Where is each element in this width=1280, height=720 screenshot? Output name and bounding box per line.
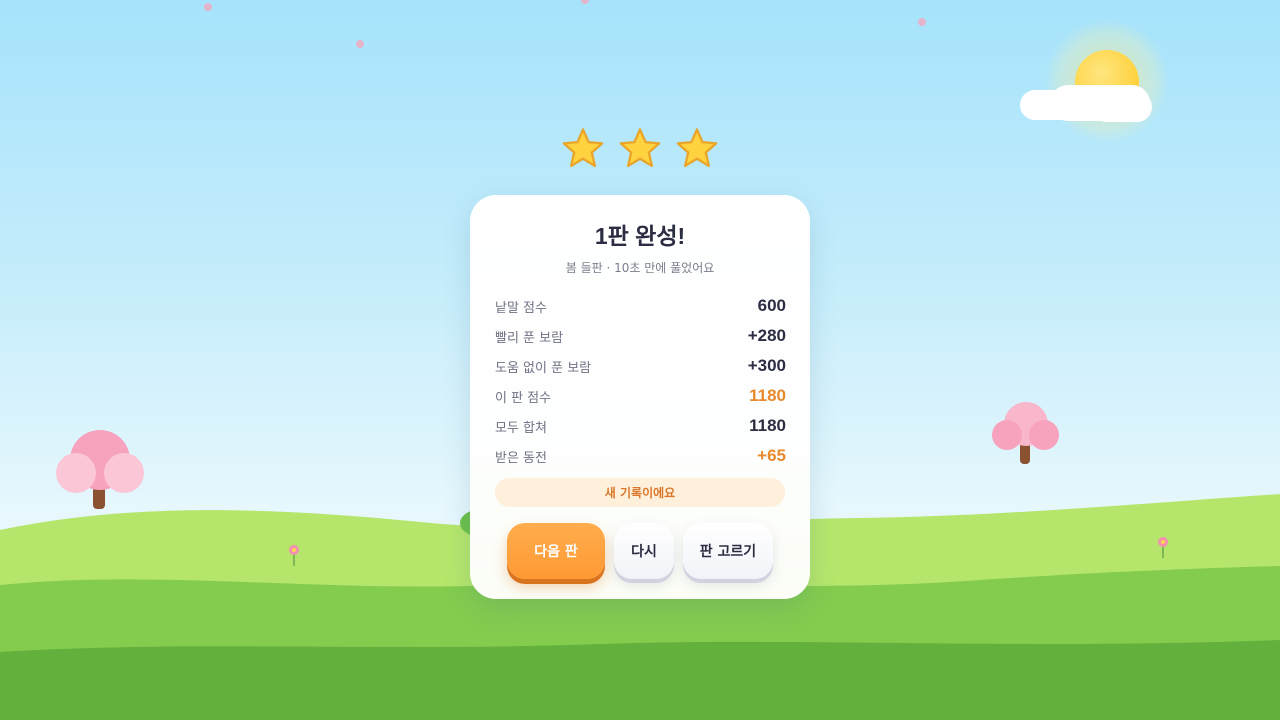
star-icon xyxy=(562,128,604,168)
score-row-no-hint-bonus: 도움 없이 푼 보람 +300 xyxy=(495,351,786,381)
star-icon xyxy=(619,128,661,168)
tree-icon xyxy=(992,402,1062,466)
score-row-label: 이 판 점수 xyxy=(495,390,552,406)
star-icon xyxy=(676,128,718,168)
score-row-label: 낱말 점수 xyxy=(495,300,547,316)
score-row-total: 모두 합쳐 1180 xyxy=(495,411,786,441)
score-row-label: 받은 동전 xyxy=(495,450,547,466)
score-row-word-score: 낱말 점수 600 xyxy=(495,291,786,321)
score-row-value: 1180 xyxy=(749,416,786,435)
score-row-value: 600 xyxy=(757,296,786,315)
score-row-value: +300 xyxy=(747,356,786,375)
tree-icon xyxy=(56,428,146,510)
star-rating xyxy=(560,126,720,174)
level-complete-card: 1판 완성! 봄 들판 · 10초 만에 풀었어요 낱말 점수 600 빨리 푼… xyxy=(470,195,810,599)
score-row-value: +65 xyxy=(757,446,786,465)
result-title: 1판 완성! xyxy=(594,223,686,249)
score-breakdown: 낱말 점수 600 빨리 푼 보람 +280 도움 없이 푼 보람 +300 이… xyxy=(495,291,786,471)
next-level-button[interactable]: 다음 판 xyxy=(507,523,605,579)
flower-icon xyxy=(289,545,299,566)
score-row-value: 1180 xyxy=(749,386,786,405)
score-row-level-score: 이 판 점수 1180 xyxy=(495,381,786,411)
score-row-value: +280 xyxy=(747,326,786,345)
score-row-coins: 받은 동전 +65 xyxy=(495,441,786,471)
score-row-label: 도움 없이 푼 보람 xyxy=(495,360,592,376)
score-row-label: 모두 합쳐 xyxy=(495,420,547,436)
new-record-badge: 새 기록이에요 xyxy=(495,478,785,507)
result-subtitle: 봄 들판 · 10초 만에 풀었어요 xyxy=(565,261,715,275)
score-row-speed-bonus: 빨리 푼 보람 +280 xyxy=(495,321,786,351)
retry-button[interactable]: 다시 xyxy=(614,523,674,579)
level-select-button[interactable]: 판 고르기 xyxy=(683,523,773,579)
flower-icon xyxy=(1158,537,1168,558)
score-row-label: 빨리 푼 보람 xyxy=(495,330,564,346)
